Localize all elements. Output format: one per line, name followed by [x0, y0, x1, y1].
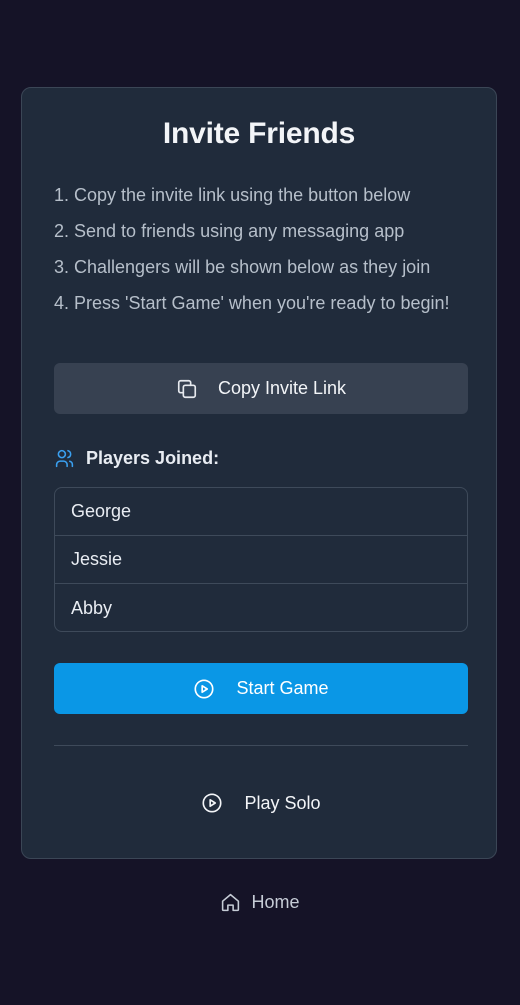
play-solo-label: Play Solo	[244, 792, 321, 813]
play-circle-icon	[193, 678, 215, 700]
play-solo-button[interactable]: Play Solo	[54, 778, 468, 828]
players-joined-label: Players Joined:	[86, 448, 220, 468]
list-item: Jessie	[55, 536, 467, 584]
home-link[interactable]: Home	[0, 892, 520, 913]
list-item: George	[55, 488, 467, 536]
copy-icon	[176, 378, 198, 400]
instruction-step: 2. Send to friends using any messaging a…	[54, 221, 405, 241]
play-circle-icon	[201, 792, 223, 814]
start-game-label: Start Game	[236, 678, 329, 698]
instruction-step: 4. Press 'Start Game' when you're ready …	[54, 293, 450, 313]
instruction-step: 1. Copy the invite link using the button…	[54, 185, 411, 205]
home-label: Home	[251, 892, 300, 912]
players-list: George Jessie Abby	[54, 487, 468, 632]
invite-card: Invite Friends 1. Copy the invite link u…	[21, 87, 497, 859]
copy-invite-link-label: Copy Invite Link	[217, 378, 347, 398]
start-game-button[interactable]: Start Game	[54, 663, 468, 714]
home-icon	[220, 892, 241, 913]
players-joined-header: Players Joined:	[54, 448, 219, 469]
list-item: Abby	[71, 597, 113, 618]
copy-invite-link-button[interactable]: Copy Invite Link	[54, 363, 468, 414]
instructions-list: 1. Copy the invite link using the button…	[54, 182, 469, 326]
divider	[54, 745, 468, 746]
instruction-step: 3. Challengers will be shown below as th…	[54, 257, 431, 277]
users-icon	[54, 448, 75, 469]
page-title: Invite Friends	[162, 117, 356, 150]
